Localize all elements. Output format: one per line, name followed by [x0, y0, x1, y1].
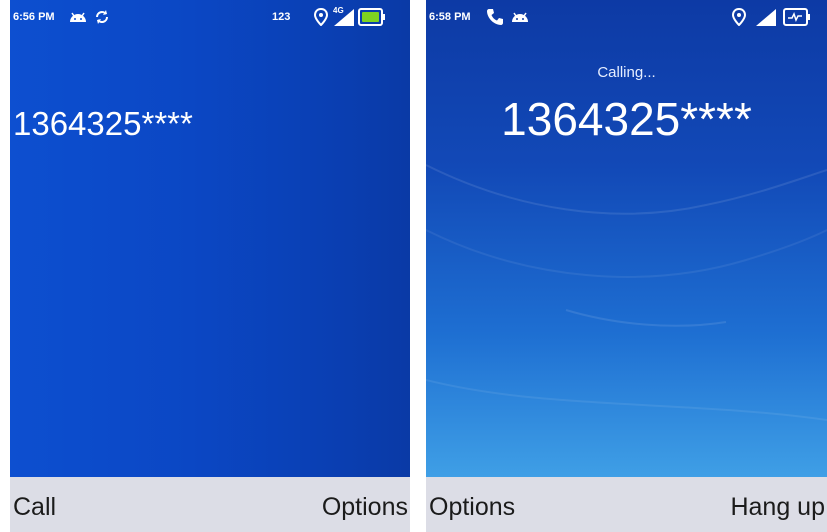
softkey-bar: Options Hang up — [426, 477, 827, 532]
battery-icon — [358, 8, 385, 26]
input-mode-indicator: 123 — [272, 11, 291, 23]
calling-screen: 6:58 PM Calling... 1364325**** Options H… — [426, 0, 827, 532]
options-softkey[interactable]: Options — [322, 493, 408, 522]
signal-icon — [756, 9, 776, 26]
status-left-icons — [68, 7, 118, 27]
status-left-icons — [486, 7, 536, 27]
phone-icon — [487, 9, 503, 25]
battery-charging-icon — [783, 8, 810, 26]
dialer-display: 6:56 PM 123 4G 1364325**** — [10, 0, 410, 477]
location-icon — [732, 8, 746, 26]
calling-display: 6:58 PM Calling... 1364325**** — [426, 0, 827, 477]
options-softkey[interactable]: Options — [429, 493, 515, 522]
location-icon — [314, 8, 328, 26]
calling-number: 1364325**** — [501, 93, 752, 145]
stage: 6:56 PM 123 4G 1364325**** Call Options … — [0, 0, 827, 532]
status-right-icons: 123 4G — [272, 6, 406, 27]
status-bar: 6:58 PM — [426, 0, 827, 34]
status-time: 6:58 PM — [429, 11, 471, 23]
softkey-bar: Call Options — [10, 477, 410, 532]
signal-4g-icon — [334, 9, 354, 26]
dialed-number: 1364325**** — [13, 105, 193, 142]
call-status-label: Calling... — [597, 64, 656, 81]
android-icon — [512, 12, 528, 22]
call-softkey[interactable]: Call — [13, 493, 56, 522]
status-right-icons — [732, 7, 822, 27]
status-time: 6:56 PM — [13, 11, 55, 23]
hang-up-softkey[interactable]: Hang up — [730, 493, 825, 522]
android-icon — [70, 12, 86, 22]
sync-icon — [96, 10, 108, 24]
status-bar: 6:56 PM 123 4G — [10, 0, 410, 34]
dialer-screen: 6:56 PM 123 4G 1364325**** Call Options — [10, 0, 410, 532]
